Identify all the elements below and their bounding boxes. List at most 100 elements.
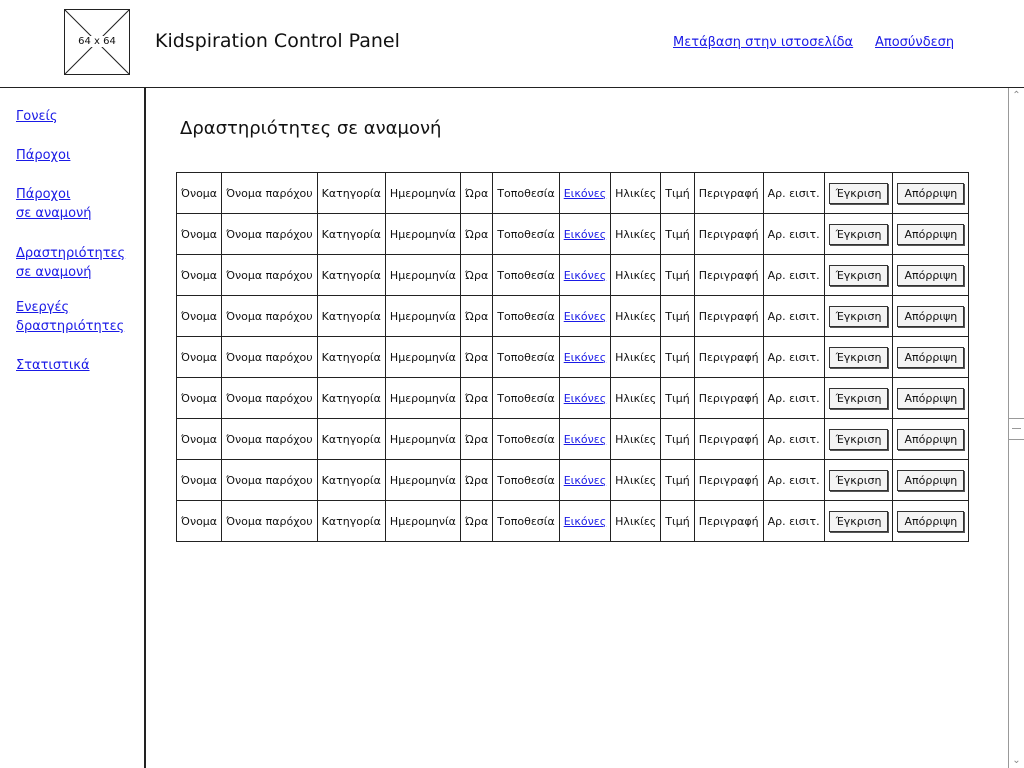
reject-td: Απόρριψη: [892, 295, 970, 337]
price-cell-td: Τιμή: [660, 459, 695, 501]
approve-button[interactable]: Έγκριση: [828, 510, 889, 532]
date-cell-td: Ημερομηνία: [384, 377, 461, 419]
location-cell-td: Τοποθεσία: [492, 213, 560, 255]
activity-name-cell-td: Όνομα: [175, 459, 223, 501]
reject-td: Απόρριψη: [892, 377, 970, 419]
price-cell-td: Τιμή: [660, 295, 695, 337]
images-link[interactable]: Εικόνες: [564, 433, 606, 446]
provider-name-cell-td: Όνομα παρόχου: [221, 254, 318, 296]
sidebar-item-pending-providers[interactable]: Πάροχοι σε αναμονή: [16, 185, 92, 223]
activity-name-cell-td: Όνομα: [175, 295, 223, 337]
reject-button[interactable]: Απόρριψη: [897, 182, 965, 204]
reject-button[interactable]: Απόρριψη: [897, 387, 965, 409]
location-cell-td: Τοποθεσία: [492, 459, 560, 501]
sidebar-item-parents[interactable]: Γονείς: [16, 107, 58, 126]
approve-button[interactable]: Έγκριση: [828, 182, 889, 204]
time-cell-td: Ώρα: [459, 172, 494, 214]
description-cell-td: Περιγραφή: [693, 418, 764, 460]
reject-button[interactable]: Απόρριψη: [897, 223, 965, 245]
sidebar-item-providers[interactable]: Πάροχοι: [16, 146, 70, 165]
ages-cell-td: Ηλικίες: [610, 459, 662, 501]
images-td: Εικόνες: [558, 377, 612, 419]
vertical-scrollbar[interactable]: ⌃ ⌄: [1008, 88, 1024, 768]
images-link[interactable]: Εικόνες: [564, 187, 606, 200]
location-cell-td: Τοποθεσία: [492, 295, 560, 337]
reject-button[interactable]: Απόρριψη: [897, 510, 965, 532]
tickets-cell-td: Αρ. εισιτ.: [762, 295, 825, 337]
activity-name-cell-td: Όνομα: [175, 377, 223, 419]
images-link[interactable]: Εικόνες: [564, 269, 606, 282]
sidebar-item-active-activities[interactable]: Ενεργές δραστηριότητες: [16, 298, 124, 336]
sidebar-item-label: δραστηριότητες: [16, 319, 125, 334]
approve-button[interactable]: Έγκριση: [828, 469, 889, 491]
time-cell-td: Ώρα: [459, 254, 494, 296]
images-link[interactable]: Εικόνες: [564, 392, 606, 405]
ages-cell-td: Ηλικίες: [610, 500, 662, 542]
provider-name-cell-td: Όνομα παρόχου: [221, 377, 318, 419]
images-link[interactable]: Εικόνες: [564, 474, 606, 487]
logout-link[interactable]: Αποσύνδεση: [875, 35, 954, 50]
activity-name-cell-td: Όνομα: [175, 172, 223, 214]
date-cell-td: Ημερομηνία: [384, 336, 461, 378]
images-link[interactable]: Εικόνες: [564, 310, 606, 323]
logo-label: 64 x 64: [77, 36, 117, 47]
approve-td: Έγκριση: [823, 500, 894, 542]
category-cell-td: Κατηγορία: [316, 213, 386, 255]
images-td: Εικόνες: [558, 213, 612, 255]
provider-name-cell-td: Όνομα παρόχου: [221, 336, 318, 378]
page-title: Δραστηριότητες σε αναμονή: [180, 118, 442, 139]
location-cell-td: Τοποθεσία: [492, 172, 560, 214]
scroll-thumb[interactable]: [1009, 418, 1024, 440]
images-link[interactable]: Εικόνες: [564, 228, 606, 241]
logo-placeholder-icon: 64 x 64: [64, 9, 130, 75]
reject-button[interactable]: Απόρριψη: [897, 469, 965, 491]
approve-button[interactable]: Έγκριση: [828, 223, 889, 245]
approve-button[interactable]: Έγκριση: [828, 346, 889, 368]
approve-button[interactable]: Έγκριση: [828, 387, 889, 409]
reject-td: Απόρριψη: [892, 336, 970, 378]
approve-button[interactable]: Έγκριση: [828, 428, 889, 450]
ages-cell-td: Ηλικίες: [610, 172, 662, 214]
sidebar-item-pending-activities[interactable]: Δραστηριότητες σε αναμονή: [16, 244, 125, 282]
provider-name-cell-td: Όνομα παρόχου: [221, 459, 318, 501]
description-cell-td: Περιγραφή: [693, 295, 764, 337]
images-link[interactable]: Εικόνες: [564, 351, 606, 364]
reject-button[interactable]: Απόρριψη: [897, 305, 965, 327]
go-to-website-link[interactable]: Μετάβαση στην ιστοσελίδα: [673, 35, 853, 50]
description-cell-td: Περιγραφή: [693, 459, 764, 501]
approve-button[interactable]: Έγκριση: [828, 264, 889, 286]
table-row: Όνομα Όνομα παρόχου Κατηγορία Ημερομηνία Ώρα…: [175, 418, 970, 460]
approve-button[interactable]: Έγκριση: [828, 305, 889, 327]
tickets-cell-td: Αρ. εισιτ.: [762, 172, 825, 214]
description-cell-td: Περιγραφή: [693, 336, 764, 378]
scroll-down-arrow-icon[interactable]: ⌄: [1011, 755, 1022, 766]
approve-td: Έγκριση: [823, 254, 894, 296]
time-cell-td: Ώρα: [459, 295, 494, 337]
table-row: Όνομα Όνομα παρόχου Κατηγορία Ημερομηνία Ώρα…: [175, 459, 970, 501]
activity-name-cell-td: Όνομα: [175, 418, 223, 460]
reject-td: Απόρριψη: [892, 254, 970, 296]
activity-name-cell-td: Όνομα: [175, 213, 223, 255]
images-link[interactable]: Εικόνες: [564, 515, 606, 528]
time-cell-td: Ώρα: [459, 500, 494, 542]
time-cell-td: Ώρα: [459, 459, 494, 501]
approve-td: Έγκριση: [823, 459, 894, 501]
price-cell-td: Τιμή: [660, 172, 695, 214]
scroll-up-arrow-icon[interactable]: ⌃: [1011, 90, 1022, 101]
price-cell-td: Τιμή: [660, 418, 695, 460]
provider-name-cell-td: Όνομα παρόχου: [221, 295, 318, 337]
price-cell-td: Τιμή: [660, 254, 695, 296]
reject-button[interactable]: Απόρριψη: [897, 264, 965, 286]
sidebar-item-label: Δραστηριότητες: [16, 246, 126, 261]
reject-button[interactable]: Απόρριψη: [897, 428, 965, 450]
location-cell-td: Τοποθεσία: [492, 336, 560, 378]
location-cell-td: Τοποθεσία: [492, 418, 560, 460]
header: 64 x 64 Kidspiration Control Panel Μετάβ…: [0, 0, 1024, 88]
category-cell-td: Κατηγορία: [316, 172, 386, 214]
provider-name-cell-td: Όνομα παρόχου: [221, 500, 318, 542]
time-cell-td: Ώρα: [459, 213, 494, 255]
sidebar-item-statistics[interactable]: Στατιστικά: [16, 356, 90, 375]
sidebar-item-label: Γονείς: [16, 109, 58, 124]
app-title: Kidspiration Control Panel: [155, 30, 400, 52]
reject-button[interactable]: Απόρριψη: [897, 346, 965, 368]
